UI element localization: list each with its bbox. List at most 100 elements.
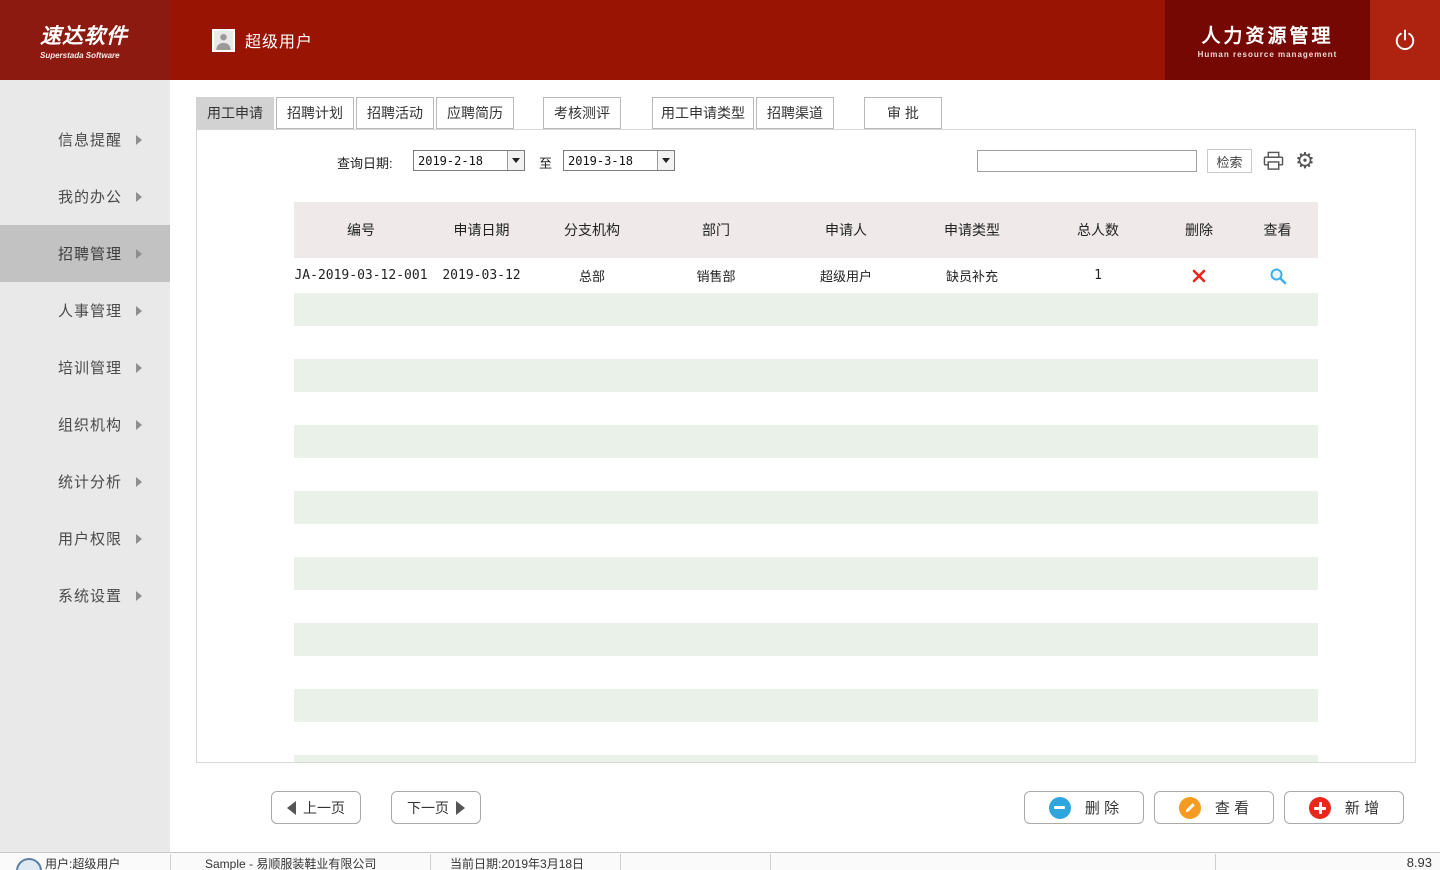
chevron-right-icon xyxy=(136,135,142,145)
tab-recruit-activity[interactable]: 招聘活动 xyxy=(356,97,434,129)
date-from-value: 2019-2-18 xyxy=(414,154,507,168)
delete-x-icon xyxy=(1191,268,1207,284)
current-user-label[interactable]: 超级用户 xyxy=(245,28,313,52)
empty-table-row xyxy=(294,359,1318,392)
tab-approval[interactable]: 审 批 xyxy=(864,97,942,129)
sidebar-item-hr-mgmt[interactable]: 人事管理 xyxy=(0,282,170,339)
empty-table-row xyxy=(294,425,1318,458)
row-delete-button[interactable] xyxy=(1161,268,1237,284)
column-header-delete: 删除 xyxy=(1161,220,1237,240)
minus-circle-icon xyxy=(1049,797,1071,819)
sidebar-item-label: 用户权限 xyxy=(58,528,122,549)
status-date: 当前日期:2019年3月18日 xyxy=(450,855,584,870)
divider xyxy=(770,854,771,870)
date-to-select[interactable]: 2019-3-18 xyxy=(563,150,675,171)
print-button[interactable] xyxy=(1261,149,1285,173)
settings-button[interactable]: ⚙ xyxy=(1293,149,1317,173)
row-view-button[interactable] xyxy=(1237,267,1318,285)
tab-request-type[interactable]: 用工申请类型 xyxy=(652,97,754,129)
column-header-headcount: 总人数 xyxy=(1035,220,1161,240)
arrow-left-icon xyxy=(287,801,296,815)
product-title-en: Human resource management xyxy=(1198,50,1338,59)
sidebar-item-system-settings[interactable]: 系统设置 xyxy=(0,567,170,624)
cell-branch: 总部 xyxy=(535,266,649,285)
divider xyxy=(170,854,171,870)
empty-table-row xyxy=(294,656,1318,689)
sidebar-item-stats-analysis[interactable]: 统计分析 xyxy=(0,453,170,510)
add-button[interactable]: 新 增 xyxy=(1284,791,1404,824)
caret-down-icon xyxy=(512,158,520,163)
topbar: 速达软件 Superstada Software 超级用户 人力资源管理 Hum… xyxy=(0,0,1440,80)
logo-text-cn: 速达软件 xyxy=(40,20,170,50)
caret-down-icon xyxy=(662,158,670,163)
delete-button-label: 删 除 xyxy=(1085,797,1119,818)
content-panel: 查询日期: 2019-2-18 至 2019-3-18 检索 ⚙ 编号 申请日期… xyxy=(196,129,1416,763)
date-from-select[interactable]: 2019-2-18 xyxy=(413,150,525,171)
cell-apply-type: 缺员补充 xyxy=(909,266,1035,285)
sidebar-item-label: 信息提醒 xyxy=(58,129,122,150)
empty-table-row xyxy=(294,491,1318,524)
column-header-branch: 分支机构 xyxy=(535,220,649,240)
empty-table-row xyxy=(294,689,1318,722)
delete-button[interactable]: 删 除 xyxy=(1024,791,1144,824)
status-user: 用户:超级用户 xyxy=(45,855,120,870)
tab-resume[interactable]: 应聘简历 xyxy=(436,97,514,129)
empty-table-row xyxy=(294,755,1318,763)
divider xyxy=(1215,854,1216,870)
power-icon xyxy=(1392,27,1418,53)
sidebar-item-label: 招聘管理 xyxy=(58,243,122,264)
column-header-view: 查看 xyxy=(1237,220,1318,240)
add-button-label: 新 增 xyxy=(1345,797,1379,818)
sidebar-item-my-office[interactable]: 我的办公 xyxy=(0,168,170,225)
empty-table-row xyxy=(294,293,1318,326)
prev-page-button[interactable]: 上一页 xyxy=(271,791,361,824)
query-date-label: 查询日期: xyxy=(337,153,393,172)
prev-page-label: 上一页 xyxy=(303,798,345,818)
sidebar-item-recruit-mgmt[interactable]: 招聘管理 xyxy=(0,225,170,282)
view-button[interactable]: 查 看 xyxy=(1154,791,1274,824)
tab-employment-request[interactable]: 用工申请 xyxy=(196,97,274,129)
column-header-apply-type: 申请类型 xyxy=(909,220,1035,240)
sidebar: 信息提醒 我的办公 招聘管理 人事管理 培训管理 组织机构 统计分析 用户权限 … xyxy=(0,80,170,852)
dropdown-button[interactable] xyxy=(657,151,674,170)
logout-button[interactable] xyxy=(1370,0,1440,80)
cell-department: 销售部 xyxy=(649,266,783,285)
chevron-right-icon xyxy=(136,420,142,430)
gear-icon: ⚙ xyxy=(1295,150,1315,172)
column-header-id: 编号 xyxy=(294,220,428,240)
topbar-main: 超级用户 xyxy=(170,0,1165,80)
tab-recruit-channel[interactable]: 招聘渠道 xyxy=(756,97,834,129)
chevron-right-icon xyxy=(136,363,142,373)
status-bar: 用户:超级用户 Sample - 易顺服装鞋业有限公司 当前日期:2019年3月… xyxy=(0,852,1440,870)
arrow-right-icon xyxy=(456,801,465,815)
print-icon xyxy=(1263,151,1284,171)
chevron-right-icon xyxy=(136,192,142,202)
sidebar-item-training-mgmt[interactable]: 培训管理 xyxy=(0,339,170,396)
table-header-row: 编号 申请日期 分支机构 部门 申请人 申请类型 总人数 删除 查看 xyxy=(294,202,1318,258)
to-label: 至 xyxy=(539,153,552,172)
sidebar-item-label: 组织机构 xyxy=(58,414,122,435)
empty-table-row xyxy=(294,524,1318,557)
pencil-icon xyxy=(1184,802,1196,814)
sidebar-item-info-reminder[interactable]: 信息提醒 xyxy=(0,111,170,168)
tab-assessment[interactable]: 考核测评 xyxy=(543,97,621,129)
pencil-circle-icon xyxy=(1179,797,1201,819)
plus-circle-icon xyxy=(1309,797,1331,819)
status-company: Sample - 易顺服装鞋业有限公司 xyxy=(205,855,376,870)
sidebar-item-org-structure[interactable]: 组织机构 xyxy=(0,396,170,453)
empty-table-row xyxy=(294,458,1318,491)
search-button[interactable]: 检索 xyxy=(1207,149,1252,173)
query-toolbar: 查询日期: 2019-2-18 至 2019-3-18 检索 ⚙ xyxy=(197,130,1415,180)
cell-applicant: 超级用户 xyxy=(783,266,909,285)
sidebar-item-user-permission[interactable]: 用户权限 xyxy=(0,510,170,567)
next-page-button[interactable]: 下一页 xyxy=(391,791,481,824)
divider xyxy=(620,854,621,870)
chevron-right-icon xyxy=(136,534,142,544)
search-input[interactable] xyxy=(977,150,1197,172)
tab-recruit-plan[interactable]: 招聘计划 xyxy=(276,97,354,129)
table-row: JA-2019-03-12-001 2019-03-12 总部 销售部 超级用户… xyxy=(294,258,1318,293)
globe-icon xyxy=(16,858,42,870)
dropdown-button[interactable] xyxy=(507,151,524,170)
cell-apply-date: 2019-03-12 xyxy=(428,268,535,283)
empty-table-row xyxy=(294,557,1318,590)
